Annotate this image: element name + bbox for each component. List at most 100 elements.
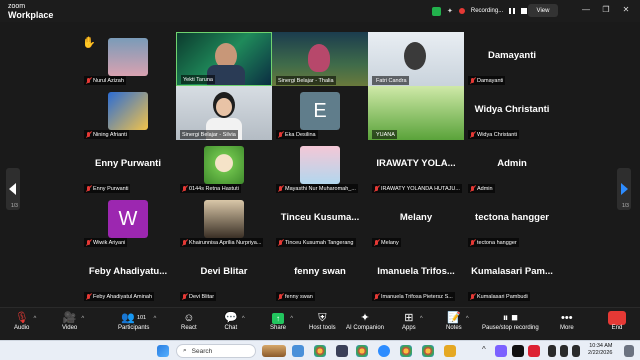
participant-video[interactable]: Sinergi Belajar - Silvia xyxy=(176,86,272,140)
participant-name: YUANA xyxy=(376,131,395,138)
participant-tile[interactable]: Admin Admin xyxy=(464,140,560,194)
chevron-up-icon[interactable]: ^ xyxy=(420,316,423,322)
participant-tile[interactable]: Tinceu Kusuma... Tinceu Kusumah Tangeran… xyxy=(272,194,368,248)
participant-tile[interactable]: Feby Ahadiyatu... Feby Ahadiyatul Aminah xyxy=(80,248,176,302)
close-icon[interactable]: ✕ xyxy=(620,5,632,14)
participant-tile[interactable]: W Wiwik Ariyani xyxy=(80,194,176,248)
apps-button[interactable]: ⊞ Apps ^ xyxy=(402,311,423,339)
notes-button[interactable]: 📝 Notes ^ xyxy=(446,311,469,339)
chat-icon: 💬 xyxy=(224,312,238,324)
restore-icon[interactable]: ❐ xyxy=(600,5,612,14)
task-view-icon[interactable] xyxy=(292,345,304,357)
react-button[interactable]: ☺ React xyxy=(181,311,197,339)
share-button[interactable]: ↑ Share ^ xyxy=(270,311,293,339)
security-shield-icon[interactable] xyxy=(432,6,441,16)
participant-caption: Nurul Azizah xyxy=(84,76,126,85)
participant-tile[interactable]: Devi Blitar Devi Blitar xyxy=(176,248,272,302)
participant-video[interactable]: Yekti Taruna xyxy=(176,32,272,86)
participant-tile[interactable]: fenny swan fenny swan xyxy=(272,248,368,302)
participant-tile[interactable]: E Eka Desilina xyxy=(272,86,368,140)
taskbar-search[interactable]: ⌕ Search xyxy=(176,344,256,358)
battery-icon[interactable] xyxy=(572,345,580,357)
logo-line2: Workplace xyxy=(8,10,54,20)
pause-icon[interactable] xyxy=(509,8,516,14)
stop-icon[interactable] xyxy=(521,8,528,14)
minimize-icon[interactable]: — xyxy=(580,5,592,14)
chrome-icon[interactable] xyxy=(314,345,326,357)
end-call-icon xyxy=(608,311,626,325)
chat-label: Chat xyxy=(224,325,238,331)
search-label: Search xyxy=(191,347,213,355)
tray-app-icon[interactable] xyxy=(528,345,540,357)
chevron-up-icon[interactable]: ^ xyxy=(466,316,469,322)
participant-face xyxy=(308,44,330,72)
participant-tile[interactable]: Nining Afrianti xyxy=(80,86,176,140)
zoom-icon[interactable] xyxy=(378,345,390,357)
chrome-icon[interactable] xyxy=(422,345,434,357)
recording-control-label: Pause/stop recording xyxy=(482,325,539,331)
participant-tile[interactable]: Enny Purwanti Enny Purwanti xyxy=(80,140,176,194)
view-button[interactable]: View xyxy=(528,4,558,17)
host-tools-button[interactable]: ⛨ Host tools xyxy=(309,311,336,339)
chevron-up-icon[interactable]: ^ xyxy=(81,316,84,322)
participant-tile[interactable]: Widya Christanti Widya Christanti xyxy=(464,86,560,140)
participant-video[interactable]: YUANA xyxy=(368,86,464,140)
participant-tile[interactable]: Mayasthi Nur Muharomah_... xyxy=(272,140,368,194)
notification-icon[interactable] xyxy=(624,345,634,357)
zoom-logo: zoom Workplace xyxy=(8,3,54,20)
end-meeting-button[interactable]: End xyxy=(604,311,630,339)
participant-tile[interactable]: Melany Melany xyxy=(368,194,464,248)
participant-display-name: Feby Ahadiyatu... xyxy=(88,266,168,277)
participant-avatar: E xyxy=(300,92,340,130)
tray-app-icon[interactable] xyxy=(495,345,507,357)
muted-mic-icon xyxy=(470,131,475,138)
participants-button[interactable]: 👥 101 Participants ^ xyxy=(118,311,156,339)
participant-tile[interactable]: tectona hangger tectona hangger xyxy=(464,194,560,248)
chrome-icon[interactable] xyxy=(400,345,412,357)
participant-video[interactable]: Fatri Candra xyxy=(368,32,464,86)
muted-mic-icon xyxy=(374,185,379,192)
muted-mic-icon xyxy=(470,185,475,192)
file-explorer-icon[interactable] xyxy=(444,345,456,357)
tray-app-icon[interactable] xyxy=(512,345,524,357)
avatar-letter: E xyxy=(300,92,340,130)
volume-icon[interactable] xyxy=(560,345,568,357)
chevron-up-icon[interactable]: ^ xyxy=(34,316,37,322)
participant-tile[interactable]: 0144s Retna Hastuti xyxy=(176,140,272,194)
chat-button[interactable]: 💬 Chat ^ xyxy=(224,311,245,339)
pause-stop-recording-button[interactable]: ⏸ ■ Pause/stop recording xyxy=(482,311,539,339)
participant-tile[interactable]: IRAWATY YOLA... IRAWATY YOLANDA HUTAJU..… xyxy=(368,140,464,194)
chrome-icon[interactable] xyxy=(356,345,368,357)
participant-tile[interactable]: Imanuela Trifos... Imanuela Trifosa Piet… xyxy=(368,248,464,302)
ai-companion-button[interactable]: ✦ AI Companion xyxy=(346,311,384,339)
participant-tile[interactable]: Kumalasari Pam... Kumalasari Pambudi xyxy=(464,248,560,302)
participant-tile[interactable]: Damayanti Damayanti xyxy=(464,32,560,86)
participant-tile[interactable]: Khairunnisa Aprilia Nurpriya... xyxy=(176,194,272,248)
start-icon[interactable] xyxy=(157,345,169,357)
search-icon: ⌕ xyxy=(183,347,187,354)
audio-button[interactable]: 🎙 Audio ^ xyxy=(14,311,36,339)
sparkle-icon[interactable]: ✦ xyxy=(447,7,453,15)
chevron-up-icon[interactable]: ^ xyxy=(154,316,157,322)
participant-tile[interactable]: Nurul Azizah xyxy=(80,32,176,86)
app-icon[interactable] xyxy=(336,345,348,357)
widget-icon[interactable] xyxy=(262,345,286,357)
muted-mic-icon xyxy=(86,185,91,192)
host-tools-label: Host tools xyxy=(309,325,336,331)
participant-avatar: W xyxy=(108,200,148,238)
chevron-up-icon[interactable]: ^ xyxy=(242,316,245,322)
wifi-icon[interactable] xyxy=(548,345,556,357)
taskbar-clock[interactable]: 10:34 AM 2/22/2026 xyxy=(588,343,612,357)
apps-label: Apps xyxy=(402,325,416,331)
recording-indicator[interactable]: ✦ Recording... xyxy=(432,4,528,18)
chevron-up-icon[interactable]: ^ xyxy=(290,316,293,322)
participants-label: Participants xyxy=(118,325,150,331)
participant-video[interactable]: Sinergi Belajar - Thalia xyxy=(272,32,368,86)
chevron-left-icon xyxy=(9,183,16,195)
chevron-up-icon[interactable]: ^ xyxy=(482,345,490,357)
more-button[interactable]: ••• More xyxy=(560,311,574,339)
participant-display-name: Tinceu Kusuma... xyxy=(280,212,360,223)
video-button[interactable]: 🎥 Video ^ xyxy=(62,311,84,339)
ai-sparkle-icon: ✦ xyxy=(360,312,370,324)
video-off-icon: 🎥 xyxy=(62,312,77,324)
